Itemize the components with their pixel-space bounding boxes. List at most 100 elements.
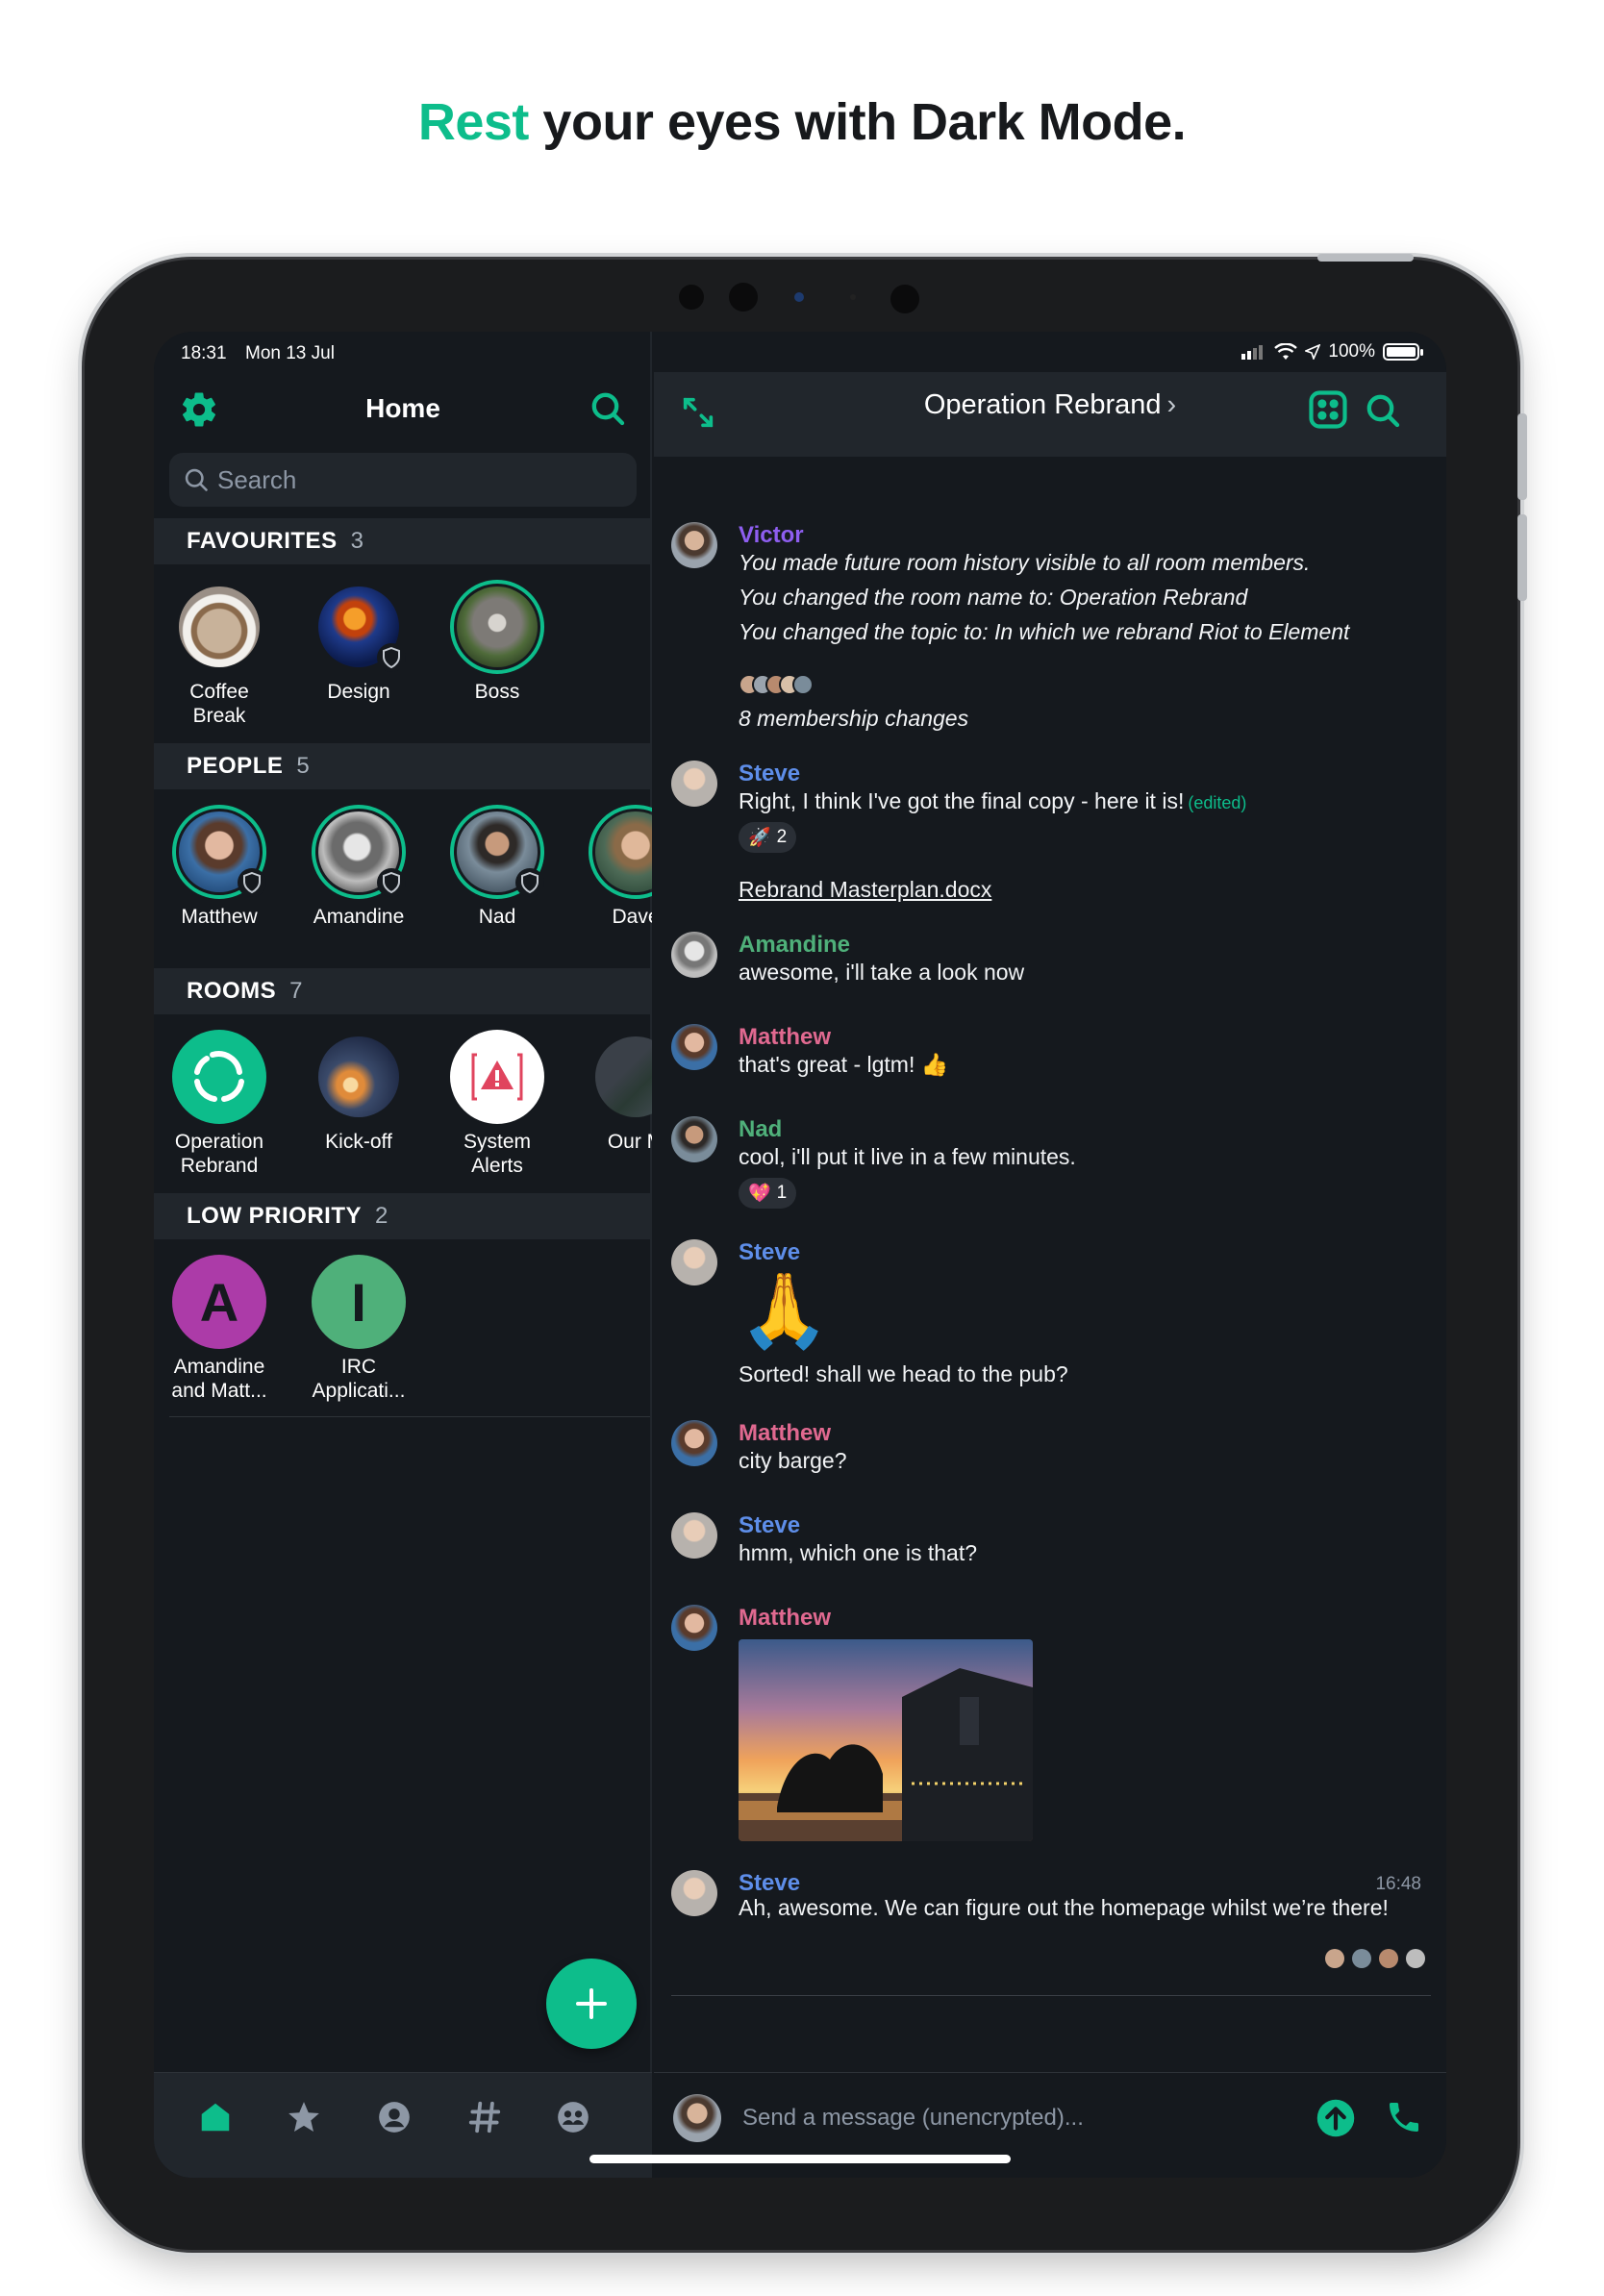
heart-icon: 💖 bbox=[748, 1184, 771, 1204]
headline-accent: Rest bbox=[417, 93, 530, 151]
person-tile-matthew[interactable]: Matthew bbox=[157, 805, 282, 929]
phone-icon[interactable] bbox=[1385, 2098, 1423, 2136]
avatar[interactable] bbox=[671, 1420, 717, 1466]
reaction-chip[interactable]: 💖 1 bbox=[739, 1178, 797, 1209]
tile-label: Operation Rebrand bbox=[174, 1131, 264, 1177]
avatar bbox=[312, 580, 406, 674]
room-tile-irc-applications[interactable]: I IRC Applicati... bbox=[296, 1255, 421, 1403]
reaction-chip[interactable]: 🚀 2 bbox=[739, 822, 797, 853]
avatar[interactable] bbox=[671, 932, 717, 978]
reaction-count: 1 bbox=[776, 1183, 788, 1203]
person-tile-amandine[interactable]: Amandine bbox=[296, 805, 421, 929]
search-icon[interactable] bbox=[589, 389, 627, 428]
message-text: Right, I think I've got the final copy -… bbox=[739, 788, 1185, 813]
sunset-photo[interactable] bbox=[739, 1639, 1033, 1841]
sender-name[interactable]: Steve bbox=[739, 1239, 800, 1266]
avatar[interactable] bbox=[671, 1239, 717, 1285]
section-header-rooms[interactable]: ROOMS 7 bbox=[154, 968, 652, 1014]
room-tile-kick-off[interactable]: Kick-off bbox=[296, 1030, 421, 1154]
membership-avatars[interactable] bbox=[739, 674, 814, 695]
section-title: FAVOURITES bbox=[187, 528, 338, 554]
send-icon[interactable] bbox=[1316, 2098, 1356, 2138]
status-date: Mon 13 Jul bbox=[245, 343, 335, 363]
section-header-favourites[interactable]: FAVOURITES 3 bbox=[154, 518, 652, 564]
reaction-count: 2 bbox=[776, 827, 788, 847]
message-input[interactable] bbox=[742, 2096, 1300, 2140]
room-title-text: Operation Rebrand bbox=[923, 389, 1162, 420]
edited-label[interactable]: (edited) bbox=[1188, 793, 1246, 812]
tile-label: IRC Applicati... bbox=[312, 1356, 406, 1402]
section-count: 7 bbox=[289, 978, 304, 1004]
read-receipts[interactable] bbox=[1325, 1949, 1425, 1968]
message-body: hmm, which one is that? bbox=[739, 1540, 978, 1565]
room-tile-our-m[interactable]: Our M bbox=[573, 1030, 652, 1154]
tab-people[interactable] bbox=[371, 2094, 417, 2140]
avatar[interactable] bbox=[671, 1605, 717, 1651]
tab-home[interactable] bbox=[192, 2094, 238, 2140]
battery-percent: 100% bbox=[1328, 341, 1375, 362]
avatar bbox=[673, 2094, 721, 2142]
person-tile-nad[interactable]: Nad bbox=[435, 805, 560, 929]
tab-rooms[interactable] bbox=[462, 2094, 508, 2140]
room-tile-system-alerts[interactable]: System Alerts bbox=[435, 1030, 560, 1178]
favourites-row: Coffee Break Design Boss bbox=[154, 564, 652, 743]
search-input-container[interactable] bbox=[169, 453, 637, 507]
composer-divider bbox=[671, 1995, 1431, 1996]
status-bar: 18:31 Mon 13 Jul 100% bbox=[154, 332, 1446, 372]
home-indicator[interactable] bbox=[589, 2155, 1011, 2163]
hash-icon bbox=[468, 2101, 501, 2134]
status-indicators: 100% bbox=[1241, 341, 1423, 362]
message-body: that's great - lgtm! 👍 bbox=[739, 1052, 949, 1077]
section-header-low-priority[interactable]: LOW PRIORITY 2 bbox=[154, 1193, 652, 1239]
create-room-button[interactable] bbox=[546, 1959, 637, 2049]
section-header-people[interactable]: PEOPLE 5 bbox=[154, 743, 652, 789]
room-tile-amandine-and-matthew[interactable]: A Amandine and Matt... bbox=[157, 1255, 282, 1403]
tab-communities[interactable] bbox=[550, 2094, 596, 2140]
tablet-screen: Home FAVOURITES 3 Coffee Break bbox=[154, 332, 1446, 2178]
message-body: You changed the topic to: In which we re… bbox=[739, 619, 1350, 644]
search-icon[interactable] bbox=[1364, 391, 1402, 430]
tile-label: Dave bbox=[612, 906, 652, 928]
avatar[interactable] bbox=[671, 1116, 717, 1162]
tab-favourites[interactable] bbox=[281, 2094, 327, 2140]
section-count: 3 bbox=[350, 528, 364, 554]
message-timeline[interactable]: Victor You made future room history visi… bbox=[654, 457, 1446, 1995]
letter-avatar: I bbox=[312, 1255, 406, 1349]
avatar bbox=[450, 580, 544, 674]
file-attachment-link[interactable]: Rebrand Masterplan.docx bbox=[739, 872, 991, 907]
avatar bbox=[312, 805, 406, 899]
section-title: ROOMS bbox=[187, 978, 277, 1004]
volume-button bbox=[1517, 413, 1527, 500]
tile-label: System Alerts bbox=[463, 1131, 531, 1177]
avatar[interactable] bbox=[671, 522, 717, 568]
battery-icon bbox=[1383, 343, 1423, 361]
message-body: You made future room history visible to … bbox=[739, 550, 1311, 575]
room-timeline-pane: Operation Rebrand › Victor You made futur… bbox=[654, 332, 1446, 2178]
rocket-avatar bbox=[312, 1030, 406, 1124]
tile-label: Amandine and Matt... bbox=[171, 1356, 267, 1402]
person-tile-dave[interactable]: Dave bbox=[573, 805, 652, 929]
room-tile-coffee-break[interactable]: Coffee Break bbox=[157, 580, 282, 728]
communities-icon bbox=[558, 2102, 589, 2133]
message-timestamp: 16:48 bbox=[1375, 1874, 1421, 1894]
shield-icon bbox=[515, 868, 544, 897]
membership-changes[interactable]: 8 membership changes bbox=[739, 701, 1412, 736]
sender-name[interactable]: Matthew bbox=[739, 1605, 831, 1632]
low-priority-row: A Amandine and Matt... I IRC Applicati..… bbox=[154, 1239, 652, 1418]
room-tile-boss[interactable]: Boss bbox=[435, 580, 560, 704]
avatar bbox=[450, 805, 544, 899]
people-row: Matthew Amandine Nad Dave bbox=[154, 789, 652, 968]
avatar[interactable] bbox=[671, 1512, 717, 1559]
avatar[interactable] bbox=[671, 1024, 717, 1070]
headline: Rest your eyes with Dark Mode. bbox=[0, 92, 1604, 152]
room-tile-design[interactable]: Design bbox=[296, 580, 421, 704]
search-input[interactable] bbox=[217, 461, 621, 499]
tile-label: Matthew bbox=[181, 906, 258, 928]
section-title: PEOPLE bbox=[187, 753, 284, 779]
avatar bbox=[172, 805, 266, 899]
room-tile-operation-rebrand[interactable]: Operation Rebrand bbox=[157, 1030, 282, 1178]
avatar[interactable] bbox=[671, 761, 717, 807]
camera-bar bbox=[673, 279, 933, 317]
widgets-icon[interactable] bbox=[1308, 389, 1348, 430]
avatar[interactable] bbox=[671, 1870, 717, 1916]
